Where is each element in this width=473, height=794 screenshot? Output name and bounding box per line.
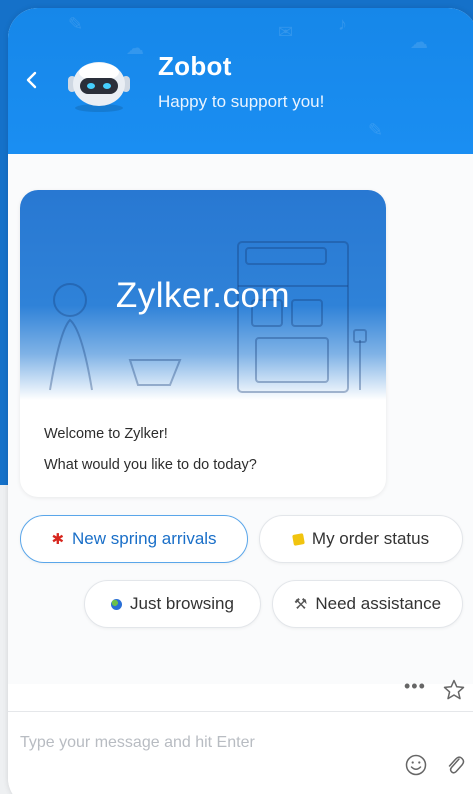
prompt-text: What would you like to do today? xyxy=(44,457,257,473)
more-dots-icon: ••• xyxy=(404,676,426,696)
message-input[interactable] xyxy=(18,728,382,758)
welcome-card: Zylker.com Welcome to Zylker! What would… xyxy=(20,190,386,497)
globe-icon xyxy=(111,598,123,610)
star-outline-icon[interactable] xyxy=(442,678,466,702)
header-doodle: ✉ xyxy=(278,22,294,42)
card-banner: Zylker.com xyxy=(20,190,386,400)
paperclip-icon[interactable] xyxy=(444,752,466,778)
bot-tagline: Happy to support you! xyxy=(158,92,325,111)
chip-label: Just browsing xyxy=(130,594,234,613)
header-doodle: ☁ xyxy=(410,32,428,52)
chevron-left-icon xyxy=(26,71,37,89)
robot-avatar-icon xyxy=(68,62,130,112)
chip-label: My order status xyxy=(311,529,430,548)
tools-icon: ⚒ xyxy=(293,596,308,613)
bot-name: Zobot xyxy=(158,51,232,81)
back-button[interactable] xyxy=(18,68,44,98)
banner-title: Zylker.com xyxy=(115,276,291,315)
chip-just-browsing[interactable]: Just browsing xyxy=(84,580,261,628)
chip-need-assistance[interactable]: ⚒ Need assistance xyxy=(272,580,463,628)
red-figure-icon: ✱ xyxy=(51,531,65,548)
header-doodle: ✎ xyxy=(68,14,84,34)
chip-label: New spring arrivals xyxy=(72,529,217,548)
chip-label: Need assistance xyxy=(315,594,442,613)
header-doodle: ✎ xyxy=(368,120,384,140)
chat-header: ✎ ☁ ✉ ♪ ☁ ✎ Zobot Happy to support you! xyxy=(8,8,473,154)
chip-new-spring-arrivals[interactable]: ✱ New spring arrivals xyxy=(20,515,248,563)
chip-my-order-status[interactable]: My order status xyxy=(259,515,463,563)
welcome-text: Welcome to Zylker! xyxy=(44,426,168,442)
emoji-icon[interactable] xyxy=(404,753,428,777)
message-composer xyxy=(8,712,473,794)
header-doodle: ♪ xyxy=(338,14,347,34)
chat-widget: ✎ ☁ ✉ ♪ ☁ ✎ Zobot Happy to support you! xyxy=(8,8,473,794)
yellow-box-icon xyxy=(292,532,305,546)
more-options-button[interactable]: ••• xyxy=(404,676,426,697)
